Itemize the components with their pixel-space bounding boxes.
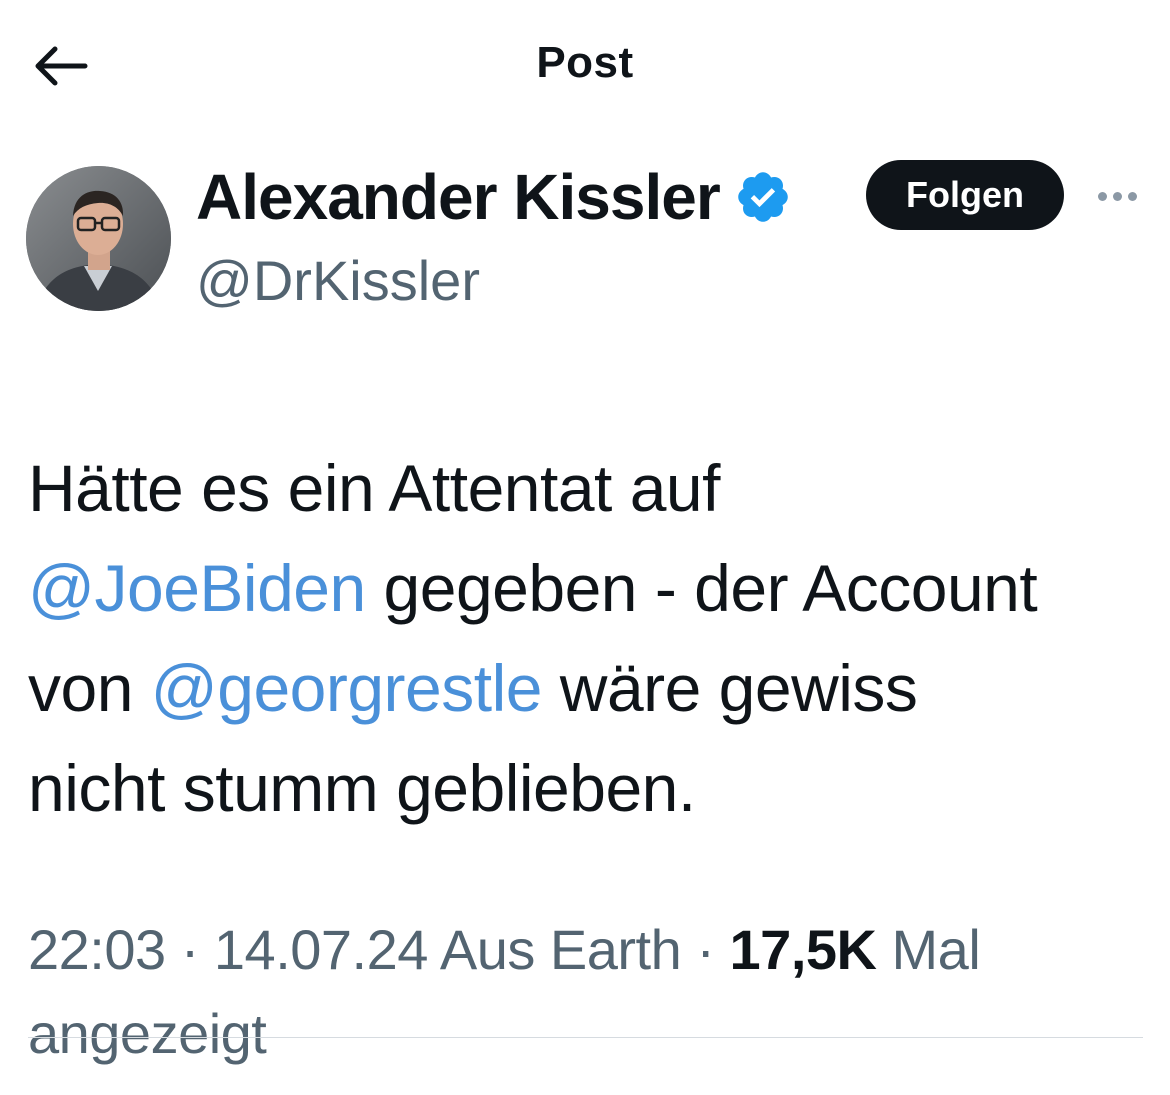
author-name-row[interactable]: Alexander Kissler bbox=[196, 160, 792, 234]
top-bar: Post bbox=[0, 0, 1170, 130]
follow-button[interactable]: Folgen bbox=[866, 160, 1064, 230]
more-horizontal-icon-dot bbox=[1127, 191, 1137, 201]
author-name: Alexander Kissler bbox=[196, 161, 721, 233]
profile-photo bbox=[26, 166, 171, 311]
tweet-text-fragment: gegeben - der Account bbox=[365, 551, 1038, 625]
meta-separator: · bbox=[681, 918, 730, 981]
tweet-time[interactable]: 22:03 bbox=[28, 918, 166, 981]
page-title: Post bbox=[536, 38, 634, 87]
mention-link[interactable]: @JoeBiden bbox=[28, 551, 366, 625]
tweet-text-line: nicht stumm geblieben. bbox=[28, 751, 696, 825]
tweet-meta: 22:03 · 14.07.24 Aus Earth · 17,5K Mal a… bbox=[28, 908, 1138, 1076]
meta-separator: · bbox=[165, 918, 214, 981]
tweet-text-fragment: von bbox=[28, 651, 151, 725]
avatar[interactable] bbox=[26, 166, 171, 311]
mention-link[interactable]: @georgrestle bbox=[151, 651, 543, 725]
verified-badge-icon bbox=[737, 172, 788, 222]
divider bbox=[28, 1037, 1143, 1038]
tweet-date[interactable]: 14.07.24 bbox=[214, 918, 428, 981]
tweet-source: Aus Earth bbox=[427, 918, 682, 981]
more-options-button[interactable] bbox=[1092, 178, 1142, 214]
tweet-text-line: Hätte es ein Attentat auf bbox=[28, 451, 720, 525]
tweet-text-fragment: wäre gewiss bbox=[541, 651, 918, 725]
author-handle[interactable]: @DrKissler bbox=[196, 248, 480, 313]
more-horizontal-icon-dot bbox=[1112, 191, 1122, 201]
tweet-text: Hätte es ein Attentat auf @JoeBiden gege… bbox=[28, 438, 1148, 838]
views-count[interactable]: 17,5K bbox=[730, 918, 877, 981]
more-horizontal-icon bbox=[1097, 191, 1107, 201]
